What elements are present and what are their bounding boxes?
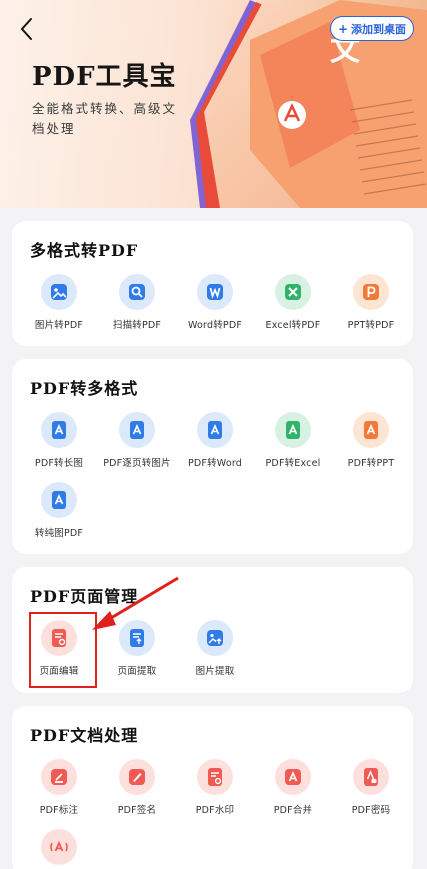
- chevron-left-icon: [20, 18, 32, 40]
- merge-icon: [275, 759, 311, 795]
- tool-word-to-pdf[interactable]: Word转PDF: [176, 274, 254, 344]
- tool-label: PDF合并: [273, 805, 313, 816]
- pdf-pages-icon: [119, 412, 155, 448]
- annotate-icon: [41, 759, 77, 795]
- image-icon: [41, 274, 77, 310]
- tool-pdf-watermark[interactable]: PDF水印: [176, 759, 254, 829]
- pdf-word-icon: [197, 412, 233, 448]
- tool-pdf-to-ppt[interactable]: PDF转PPT: [332, 412, 410, 482]
- section-title: 多格式转PDF: [30, 241, 139, 260]
- tool-image-to-pdf[interactable]: 图片转PDF: [20, 274, 98, 344]
- tool-label: PDF转长图: [34, 458, 84, 469]
- tool-label: PDF逐页转图片: [103, 458, 171, 469]
- tool-label: PDF密码: [351, 805, 391, 816]
- tool-label: PPT转PDF: [347, 320, 395, 331]
- pdf-excel-icon: [275, 412, 311, 448]
- watermark-icon: [197, 759, 233, 795]
- password-icon: [353, 759, 389, 795]
- tool-pdf-to-excel[interactable]: PDF转Excel: [254, 412, 332, 482]
- section-from-pdf: PDF转多格式 PDF转长图 PDF逐页转图片 PDF转Word PDF转Exc…: [12, 359, 413, 554]
- tool-label: PDF水印: [195, 805, 235, 816]
- sign-icon: [119, 759, 155, 795]
- plus-icon: +: [337, 21, 349, 36]
- ppt-icon: [353, 274, 389, 310]
- tool-label: 扫描转PDF: [112, 320, 162, 331]
- tool-label: Excel转PDF: [265, 320, 321, 331]
- section-title: PDF转多格式: [30, 379, 139, 398]
- tool-excel-to-pdf[interactable]: Excel转PDF: [254, 274, 332, 344]
- tool-pdf-to-long-image[interactable]: PDF转长图: [20, 412, 98, 482]
- image-extract-icon: [197, 620, 233, 656]
- page-title: PDF工具宝: [32, 62, 177, 92]
- tool-label: PDF转Word: [187, 458, 243, 469]
- back-button[interactable]: [12, 14, 42, 44]
- tool-label: 页面提取: [117, 666, 157, 677]
- tool-pdf-annotate[interactable]: PDF标注: [20, 759, 98, 829]
- section-title: PDF文档处理: [30, 726, 139, 745]
- pointer-arrow: [92, 576, 179, 630]
- add-to-desktop-button[interactable]: + 添加到桌面: [330, 16, 414, 41]
- tool-label: 图片转PDF: [34, 320, 84, 331]
- tool-pdf-password[interactable]: PDF密码: [332, 759, 410, 829]
- add-to-desktop-label: 添加到桌面: [351, 22, 407, 36]
- word-icon: [197, 274, 233, 310]
- tool-label: 图片提取: [195, 666, 235, 677]
- pdf-image-icon: [41, 412, 77, 448]
- tool-label: PDF标注: [39, 805, 79, 816]
- tool-pdf-sign[interactable]: PDF签名: [98, 759, 176, 829]
- tool-label: 转纯图PDF: [34, 528, 84, 539]
- pdf-compress-icon: [41, 829, 77, 865]
- tool-label: Word转PDF: [187, 320, 243, 331]
- excel-icon: [275, 274, 311, 310]
- pdf-ppt-icon: [353, 412, 389, 448]
- tool-label: PDF转PPT: [347, 458, 395, 469]
- pdf-pure-image-icon: [41, 482, 77, 518]
- section-document-processing: PDF文档处理 PDF标注 PDF签名 PDF水印 PDF合并 PDF密码: [12, 706, 413, 869]
- tool-ppt-to-pdf[interactable]: PPT转PDF: [332, 274, 410, 344]
- tool-pdf-to-word[interactable]: PDF转Word: [176, 412, 254, 482]
- tool-pdf-pages-to-images[interactable]: PDF逐页转图片: [98, 412, 176, 482]
- tool-pdf-more[interactable]: [20, 829, 98, 869]
- hero-banner: 文 + 添加到桌面 PDF工具宝 全能格式转换、高级文档处理: [0, 0, 427, 208]
- tool-scan-to-pdf[interactable]: 扫描转PDF: [98, 274, 176, 344]
- tool-label: PDF转Excel: [265, 458, 321, 469]
- tool-pdf-merge[interactable]: PDF合并: [254, 759, 332, 829]
- section-to-pdf: 多格式转PDF 图片转PDF 扫描转PDF Word转PDF Excel转PDF…: [12, 221, 413, 346]
- tool-pdf-to-pure-image-pdf[interactable]: 转纯图PDF: [20, 482, 98, 552]
- scan-icon: [119, 274, 155, 310]
- page-subtitle: 全能格式转换、高级文档处理: [32, 101, 178, 136]
- tool-label: PDF签名: [117, 805, 157, 816]
- tool-image-extract[interactable]: 图片提取: [176, 620, 254, 690]
